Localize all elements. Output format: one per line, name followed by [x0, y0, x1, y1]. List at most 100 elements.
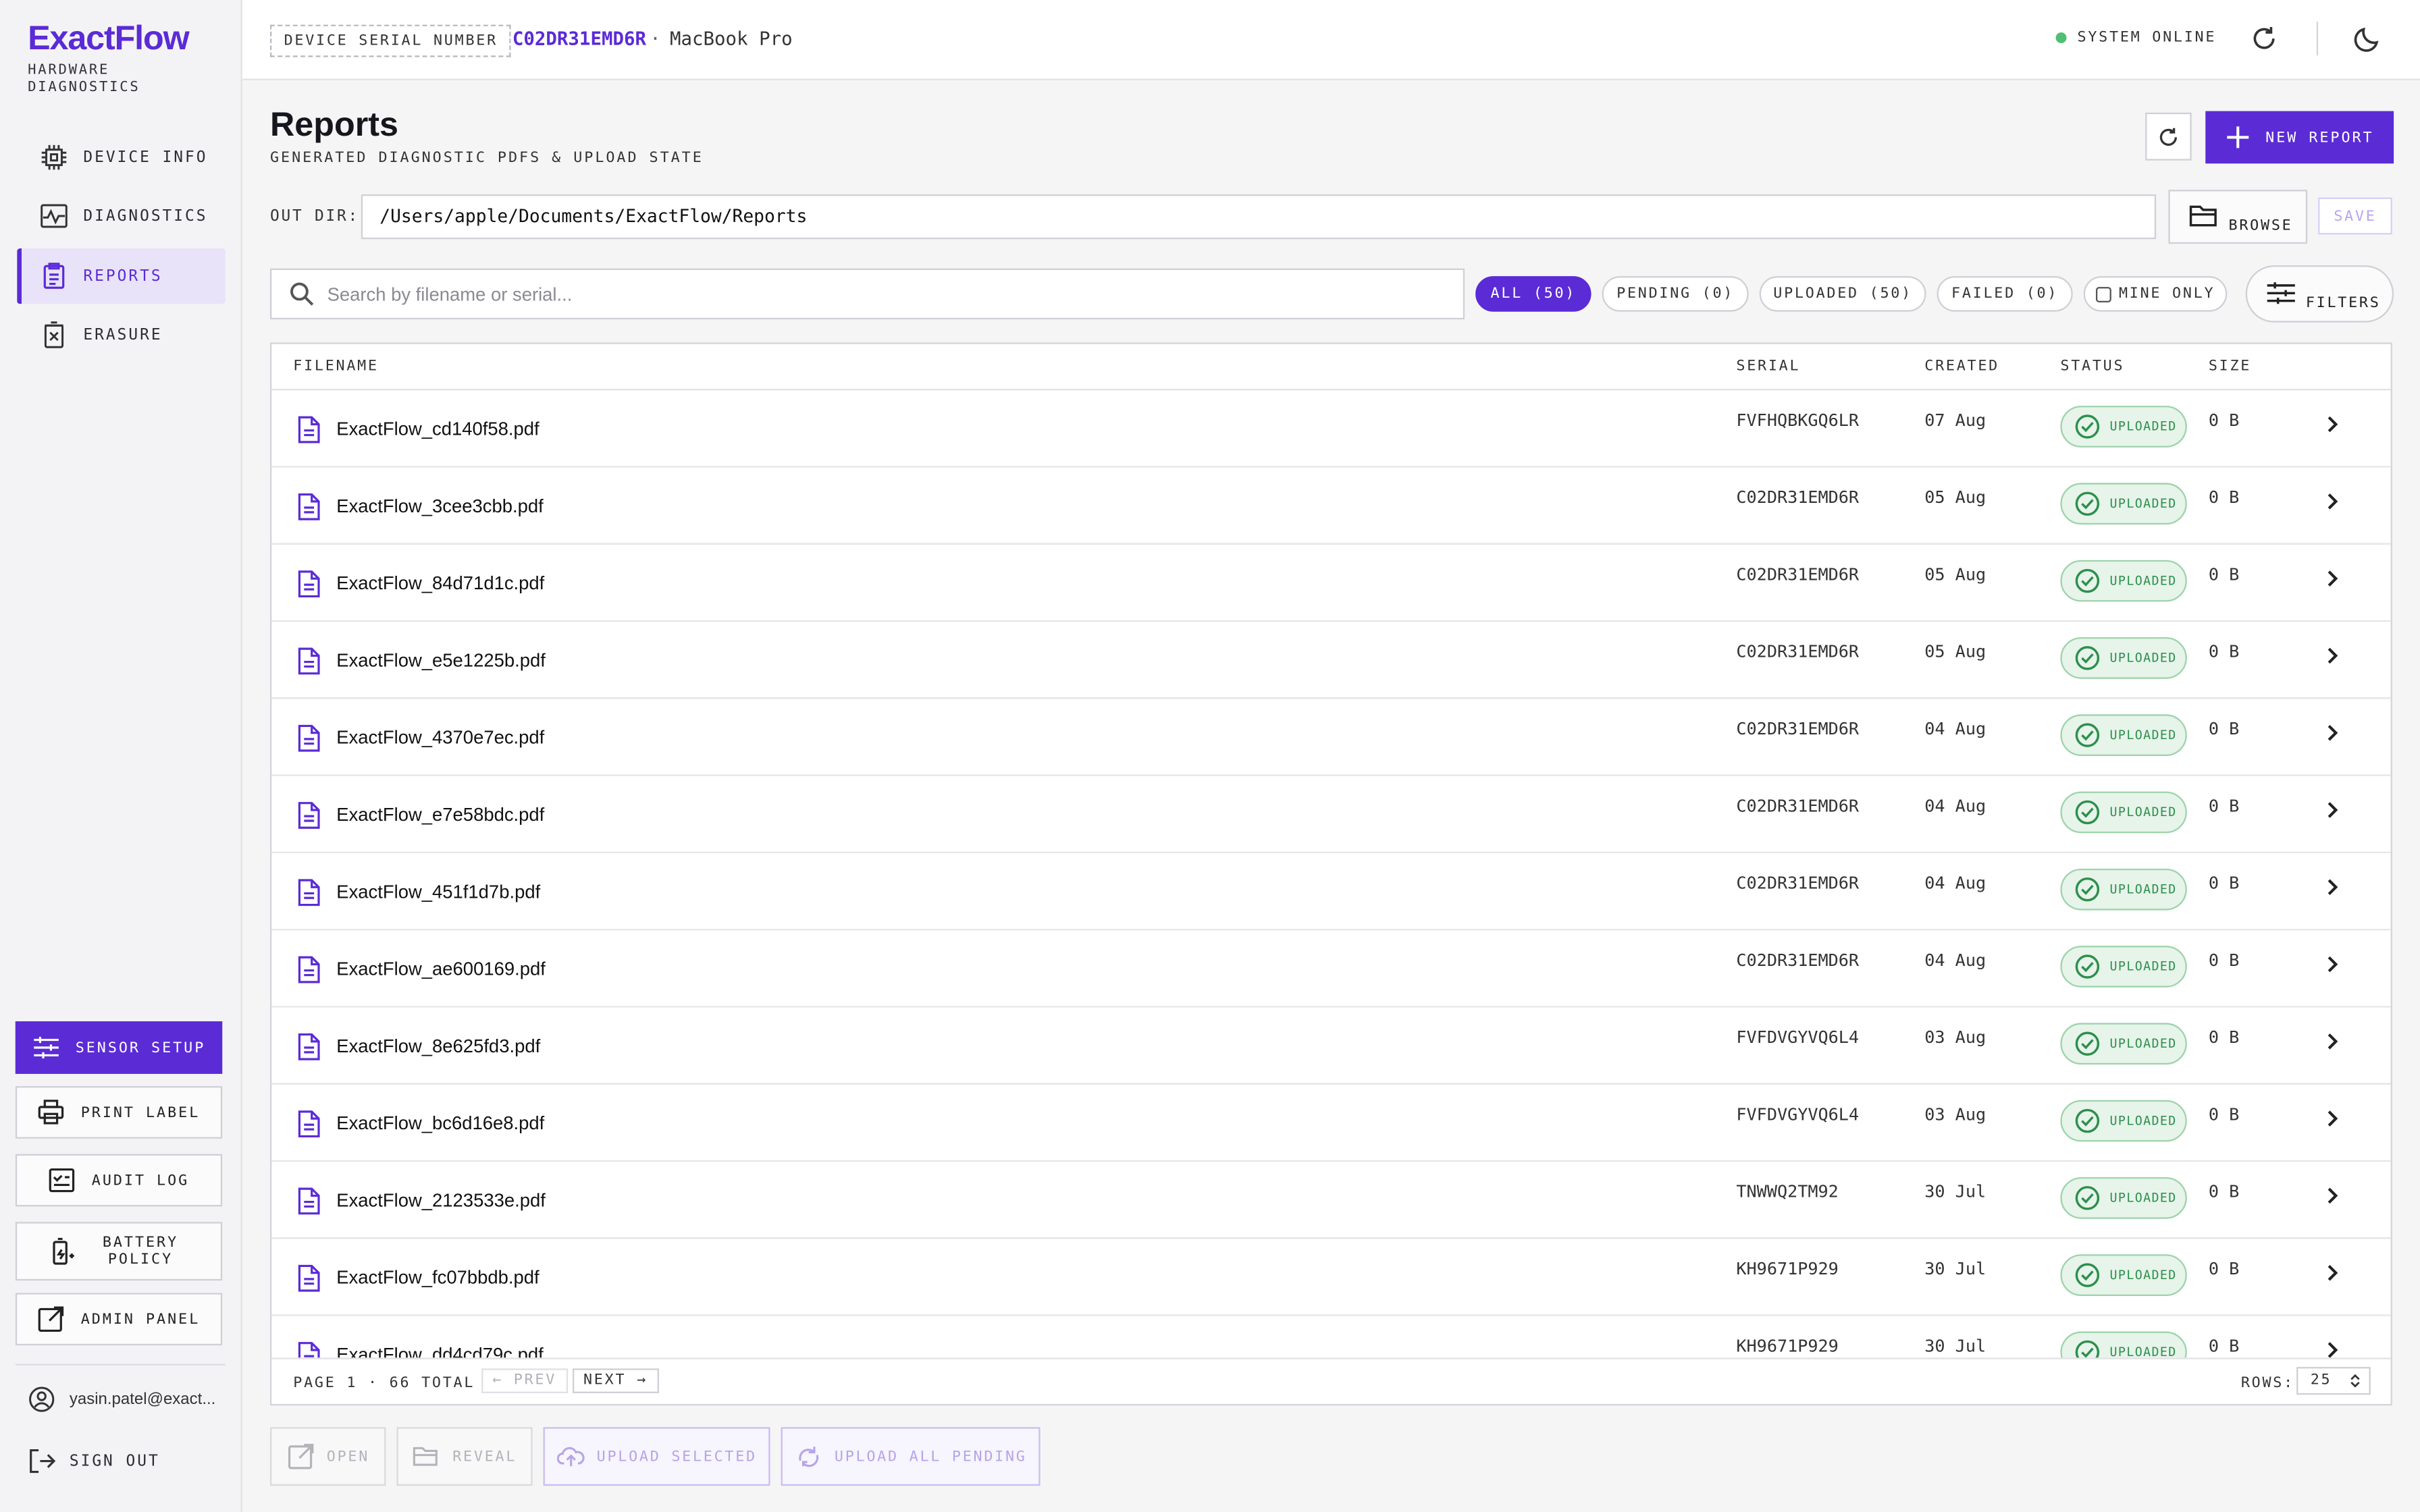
reveal-label: REVEAL [452, 1448, 517, 1465]
outdir-input[interactable]: /Users/apple/Documents/ExactFlow/Reports [361, 194, 2157, 240]
chevron-right-icon[interactable] [2321, 799, 2343, 821]
search-box [269, 268, 1465, 320]
status-badge: UPLOADED [2060, 1254, 2187, 1296]
table-row[interactable]: ExactFlow_84d71d1c.pdf C02DR31EMD6R 05 Aug… [271, 545, 2391, 622]
chevron-right-icon[interactable] [2321, 1108, 2343, 1129]
chevron-right-icon[interactable] [2321, 491, 2343, 512]
status-badge: UPLOADED [2060, 637, 2187, 679]
chip-failed[interactable]: FAILED (0) [1937, 276, 2073, 312]
chevron-right-icon[interactable] [2321, 954, 2343, 975]
erase-icon [44, 321, 64, 348]
row-created: 03 Aug [1924, 1104, 1987, 1125]
table-row[interactable]: ExactFlow_e5e1225b.pdf C02DR31EMD6R 05 Aug… [271, 622, 2391, 699]
chevron-right-icon[interactable] [2321, 645, 2343, 666]
col-serial[interactable]: SERIAL [1736, 358, 1800, 375]
chip-mine-only[interactable]: MINE ONLY [2083, 276, 2228, 312]
audit-log-button[interactable]: AUDIT LOG [15, 1154, 223, 1207]
chevron-right-icon[interactable] [2321, 1185, 2343, 1206]
browse-button[interactable]: BROWSE [2168, 190, 2308, 244]
chevron-right-icon[interactable] [2321, 876, 2343, 898]
search-input[interactable] [323, 281, 1411, 306]
table-row[interactable]: ExactFlow_bc6d16e8.pdf FVFDVGYVQ6L4 03 Aug… [271, 1085, 2391, 1162]
col-created[interactable]: CREATED [1924, 358, 1999, 375]
file-icon [298, 1264, 320, 1292]
rows-select[interactable]: 25 [2296, 1367, 2371, 1395]
status-label: UPLOADED [2109, 574, 2177, 588]
table-row[interactable]: ExactFlow_8e625fd3.pdf FVFDVGYVQ6L4 03 Aug… [271, 1008, 2391, 1085]
row-serial: KH9671P929 [1736, 1336, 1839, 1357]
moon-icon[interactable] [2352, 23, 2383, 54]
table-row[interactable]: ExactFlow_4370e7ec.pdf C02DR31EMD6R 04 Aug… [271, 699, 2391, 776]
table-row[interactable]: ExactFlow_3cee3cbb.pdf C02DR31EMD6R 05 Aug… [271, 468, 2391, 545]
row-size: 0 B [2208, 410, 2240, 431]
table-row[interactable]: ExactFlow_dd4cd79c.pdf KH9671P929 30 Jul UP… [271, 1316, 2390, 1358]
table-row[interactable]: ExactFlow_e7e58bdc.pdf C02DR31EMD6R 04 Aug… [271, 776, 2391, 853]
refresh-icon[interactable] [2248, 23, 2280, 54]
chevron-right-icon[interactable] [2321, 414, 2343, 435]
user-email: yasin.patel@exact... [69, 1390, 216, 1409]
checkbox[interactable] [2095, 286, 2111, 302]
nav-item-reports[interactable]: REPORTS [17, 248, 226, 304]
row-serial: TNWWQ2TM92 [1736, 1181, 1839, 1202]
row-serial: C02DR31EMD6R [1736, 950, 1860, 971]
table-row[interactable]: ExactFlow_451f1d7b.pdf C02DR31EMD6R 04 Aug… [271, 853, 2391, 931]
chevron-right-icon[interactable] [2321, 722, 2343, 744]
filters-button[interactable]: FILTERS [2245, 265, 2394, 323]
outdir-label: OUT DIR: [269, 208, 360, 225]
nav-item-device-info[interactable]: DEVICE INFO [17, 130, 226, 185]
nav-item-diagnostics[interactable]: DIAGNOSTICS [17, 188, 226, 244]
save-button[interactable]: SAVE [2318, 197, 2392, 235]
chevron-right-icon[interactable] [2321, 1031, 2343, 1052]
file-icon [298, 647, 320, 675]
sign-out-icon [30, 1449, 56, 1474]
cloud-upload-icon [556, 1447, 584, 1467]
chip-pending[interactable]: PENDING (0) [1602, 276, 1749, 312]
admin-panel-label: ADMIN PANEL [80, 1310, 201, 1328]
status-label: UPLOADED [2109, 728, 2177, 742]
table-row[interactable]: ExactFlow_ae600169.pdf C02DR31EMD6R 04 Aug… [271, 930, 2391, 1008]
upload-selected-button[interactable]: UPLOAD SELECTED [543, 1427, 770, 1486]
prev-button[interactable]: ← PREV [481, 1368, 568, 1393]
open-label: OPEN [326, 1448, 370, 1465]
col-filename[interactable]: FILENAME [293, 358, 379, 375]
user-account: yasin.patel@exact... [28, 1386, 215, 1413]
row-filename: ExactFlow_ae600169.pdf [336, 958, 546, 980]
reload-button[interactable] [2145, 112, 2192, 161]
chip-all[interactable]: ALL (50) [1475, 276, 1592, 312]
status-label: UPLOADED [2109, 882, 2177, 896]
row-filename: ExactFlow_bc6d16e8.pdf [336, 1112, 545, 1134]
next-button[interactable]: NEXT → [572, 1368, 658, 1393]
table-row[interactable]: ExactFlow_2123533e.pdf TNWWQ2TM92 30 Jul UP… [271, 1162, 2391, 1239]
page-title: Reports [269, 105, 398, 144]
new-report-button[interactable]: NEW REPORT [2205, 111, 2394, 164]
row-filename: ExactFlow_fc07bbdb.pdf [336, 1266, 540, 1289]
sensor-setup-button[interactable]: SENSOR SETUP [15, 1021, 223, 1074]
nav-item-erasure[interactable]: ERASURE [17, 307, 226, 362]
device-model: MacBook Pro [669, 28, 793, 50]
chevron-right-icon[interactable] [2321, 1339, 2343, 1358]
print-label-button[interactable]: PRINT LABEL [15, 1086, 223, 1139]
external-link-icon [288, 1443, 313, 1469]
col-size[interactable]: SIZE [2209, 358, 2251, 375]
chip-uploaded[interactable]: UPLOADED (50) [1759, 276, 1926, 312]
status-label: UPLOADED [2109, 1191, 2177, 1206]
reveal-button[interactable]: REVEAL [396, 1427, 533, 1486]
table-row[interactable]: ExactFlow_fc07bbdb.pdf KH9671P929 30 Jul UP… [271, 1239, 2391, 1316]
open-button[interactable]: OPEN [269, 1427, 386, 1486]
status-badge: UPLOADED [2060, 1023, 2187, 1065]
sign-out-button[interactable]: SIGN OUT [28, 1447, 160, 1475]
chevron-right-icon[interactable] [2321, 1262, 2343, 1284]
table-row[interactable]: ExactFlow_cd140f58.pdf FVFHQBKGQ6LR 07 Aug… [271, 390, 2391, 468]
nav-label: DEVICE INFO [83, 148, 208, 166]
check-circle-icon [2075, 1186, 2100, 1210]
battery-policy-button[interactable]: BATTERY POLICY [15, 1222, 223, 1281]
row-created: 05 Aug [1924, 487, 1987, 508]
upload-all-pending-button[interactable]: UPLOAD ALL PENDING [781, 1427, 1041, 1486]
col-status[interactable]: STATUS [2060, 358, 2124, 375]
file-icon [298, 493, 320, 520]
admin-panel-button[interactable]: ADMIN PANEL [15, 1293, 223, 1346]
mine-only-label: MINE ONLY [2118, 285, 2215, 302]
chevron-right-icon[interactable] [2321, 568, 2343, 589]
check-circle-icon [2075, 723, 2100, 747]
status-label: UPLOADED [2109, 1114, 2177, 1128]
